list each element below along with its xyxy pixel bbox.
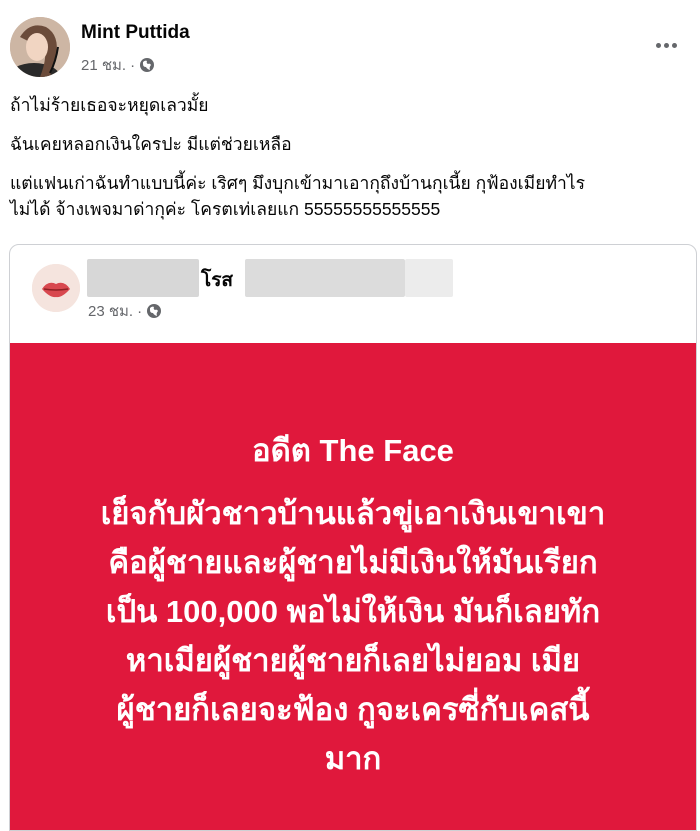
- quote-line: เย็จกับผัวชาวบ้านแล้วขู่เอาเงินเขาเขา: [100, 496, 606, 531]
- post-time[interactable]: 21 ชม.: [81, 53, 126, 77]
- censored-name-block: [87, 259, 199, 297]
- censored-name-block: [245, 259, 405, 297]
- post-paragraph: ถ้าไม่ร้ายเธอจะหยุดเลวมั้ย: [10, 95, 209, 115]
- shared-post-time[interactable]: 23 ชม.: [88, 299, 133, 323]
- shared-post-meta: 23 ชม. ·: [88, 299, 162, 323]
- shared-post-card[interactable]: โรส 23 ชม. · อดีต The Face เย็จกับผัวชาว…: [9, 244, 697, 831]
- quote-line: ผู้ชายก็เลยจะฟ้อง กูจะเครซี่กับเคสนี้: [116, 692, 590, 727]
- author-name[interactable]: Mint Puttida: [81, 22, 190, 44]
- quote-line: คือผู้ชายและผู้ชายไม่มีเงินให้มันเรียก: [108, 545, 598, 580]
- author-avatar-image: [10, 17, 70, 77]
- shared-author-name[interactable]: โรส: [201, 265, 233, 295]
- quote-line: เป็น 100,000 พอไม่ให้เงิน มันก็เลยทัก: [105, 594, 601, 629]
- quote-line: หาเมียผู้ชายผู้ชายก็เลยไม่ยอม เมีย: [125, 643, 581, 678]
- shared-author-avatar[interactable]: [32, 264, 80, 312]
- post-paragraph: แต่แฟนเก่าฉันทำแบบนี้ค่ะ เริศๆ มึงบุกเข้…: [10, 173, 586, 193]
- lips-image: [32, 264, 80, 312]
- post-body: ถ้าไม่ร้ายเธอจะหยุดเลวมั้ย ฉันเคยหลอกเงิ…: [10, 92, 690, 222]
- author-avatar[interactable]: [10, 17, 70, 77]
- globe-icon[interactable]: [146, 303, 162, 319]
- meta-separator: ·: [130, 56, 136, 74]
- post-meta: 21 ชม. ·: [81, 53, 155, 77]
- globe-icon[interactable]: [139, 57, 155, 73]
- facebook-post: Mint Puttida 21 ชม. · ถ้าไม่ร้ายเธอจะหยุ…: [0, 0, 700, 831]
- quote-image-panel[interactable]: อดีต The Face เย็จกับผัวชาวบ้านแล้วขู่เอ…: [10, 343, 696, 830]
- more-options-icon[interactable]: [648, 30, 684, 60]
- quote-headline: อดีต The Face: [252, 433, 454, 468]
- post-paragraph: ฉันเคยหลอกเงินใครปะ มีแต่ช่วยเหลือ: [10, 134, 292, 154]
- censored-name-block: [405, 259, 453, 297]
- meta-separator: ·: [137, 302, 143, 320]
- quote-line: มาก: [324, 741, 382, 776]
- post-paragraph: ไม่ได้ จ้างเพจมาด่ากุค่ะ โครตเท่เลยแก 55…: [10, 199, 441, 219]
